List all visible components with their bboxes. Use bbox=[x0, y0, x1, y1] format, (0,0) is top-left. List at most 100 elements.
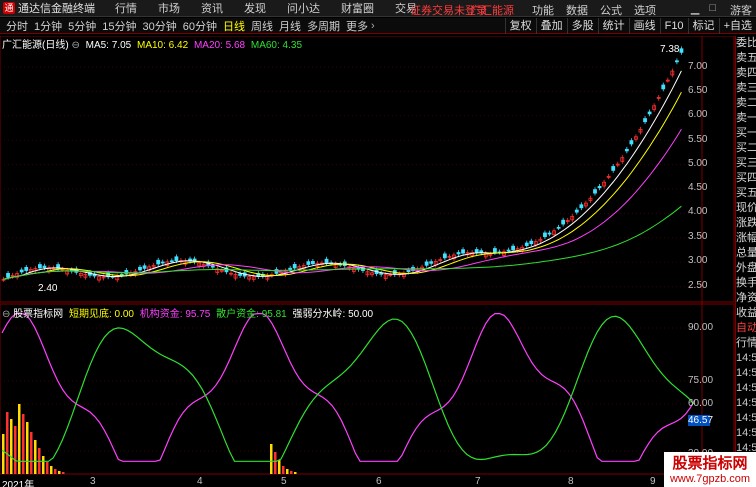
candle-body bbox=[593, 189, 597, 194]
menu-ask[interactable]: 问小达 bbox=[287, 0, 320, 16]
quote-field: 卖二 bbox=[736, 97, 756, 109]
candle-body bbox=[474, 249, 479, 253]
period-tab[interactable]: 多周期 bbox=[307, 18, 340, 34]
tool-watchlist-button[interactable]: +自选 bbox=[718, 18, 756, 34]
chart-canvas[interactable] bbox=[0, 36, 735, 487]
price-tick: 7.00 bbox=[688, 61, 708, 72]
candle-body bbox=[429, 261, 434, 264]
menu-function[interactable]: 功能 bbox=[532, 2, 554, 16]
menu-market[interactable]: 市场 bbox=[158, 0, 180, 16]
tool-overlay-button[interactable]: 叠加 bbox=[535, 18, 567, 34]
period-tab[interactable]: 30分钟 bbox=[143, 18, 177, 34]
minimize-icon[interactable]: ▁ bbox=[691, 2, 699, 15]
x-label: 5 bbox=[281, 476, 287, 487]
short-bottom-bar bbox=[274, 452, 277, 474]
broker-name[interactable]: 广汇能源 bbox=[470, 2, 514, 16]
short-bottom-bar bbox=[54, 469, 57, 474]
guest-label[interactable]: 游客 bbox=[730, 2, 752, 16]
price-tick: 2.50 bbox=[688, 280, 708, 291]
short-bottom-bar bbox=[18, 404, 21, 474]
menu-discover[interactable]: 发现 bbox=[244, 0, 266, 16]
quote-field: 委比 bbox=[736, 37, 756, 49]
price-tick: 6.50 bbox=[688, 85, 708, 96]
quote-field: 现价 bbox=[736, 202, 756, 214]
quote-field: 卖三 bbox=[736, 82, 756, 94]
short-bottom-bar bbox=[294, 472, 297, 474]
price-tick: 3.00 bbox=[688, 255, 708, 266]
period-tab[interactable]: 周线 bbox=[251, 18, 273, 34]
ma20-label: MA20: 5.68 bbox=[193, 40, 246, 51]
candle-body bbox=[624, 148, 629, 152]
tool-multi-button[interactable]: 多股 bbox=[566, 18, 598, 34]
period-tab[interactable]: 分时 bbox=[6, 18, 28, 34]
indicator-value-line: 强弱分水岭: 50.00 bbox=[292, 309, 374, 320]
maximize-icon[interactable]: □ bbox=[709, 2, 716, 15]
menu-formula[interactable]: 公式 bbox=[600, 2, 622, 16]
low-price-label: 2.40 bbox=[38, 283, 58, 294]
collapse-icon[interactable]: ⊖ bbox=[71, 40, 79, 51]
tool-draw-button[interactable]: 画线 bbox=[628, 18, 660, 34]
x-label: 4 bbox=[197, 476, 203, 487]
quote-field: 14:56 bbox=[736, 397, 756, 409]
indicator-tick: 90.00 bbox=[688, 322, 714, 333]
period-tab-daily[interactable]: 日线 bbox=[223, 18, 245, 34]
x-label: 7 bbox=[475, 476, 481, 487]
x-label: 2021年 bbox=[2, 480, 35, 487]
period-tab-more[interactable]: 更多 bbox=[346, 18, 368, 34]
indicator-value-inst: 机构资金: 95.75 bbox=[139, 309, 211, 320]
candle-body bbox=[42, 265, 47, 269]
candle-body bbox=[675, 60, 679, 63]
candle-body bbox=[324, 258, 329, 264]
x-label: 3 bbox=[90, 476, 96, 487]
candle-body bbox=[511, 245, 516, 251]
quote-field: 买五 bbox=[736, 187, 756, 199]
period-tab[interactable]: 60分钟 bbox=[183, 18, 217, 34]
tool-adjust-button[interactable]: 复权 bbox=[504, 18, 536, 34]
x-label: 9 bbox=[650, 476, 656, 487]
candle-body bbox=[611, 166, 616, 171]
candle-body bbox=[561, 219, 566, 225]
price-tick: 6.00 bbox=[688, 109, 708, 120]
candle-body bbox=[556, 226, 561, 229]
short-bottom-bar bbox=[30, 432, 33, 474]
menu-news[interactable]: 资讯 bbox=[201, 0, 223, 16]
quote-field: 涨幅 bbox=[736, 232, 756, 244]
candle-body bbox=[310, 261, 315, 265]
menu-quotes[interactable]: 行情 bbox=[115, 0, 137, 16]
short-bottom-bar bbox=[50, 466, 53, 474]
tool-stats-button[interactable]: 统计 bbox=[597, 18, 629, 34]
indicator-panel-frame bbox=[0, 303, 735, 475]
period-tab[interactable]: 5分钟 bbox=[68, 18, 96, 34]
short-bottom-bar bbox=[278, 460, 281, 474]
watermark-line2: www.7gpzb.com bbox=[669, 473, 751, 485]
quote-field: 买二 bbox=[736, 142, 756, 154]
indicator-current-value: 46.57 bbox=[688, 415, 714, 426]
period-tab[interactable]: 15分钟 bbox=[102, 18, 136, 34]
candle-body bbox=[543, 232, 547, 238]
high-price-label: 7.38 bbox=[660, 44, 680, 55]
short-bottom-bar bbox=[34, 440, 37, 474]
menu-data[interactable]: 数据 bbox=[566, 2, 588, 16]
chevron-right-icon[interactable]: › bbox=[371, 20, 375, 32]
menu-options[interactable]: 选项 bbox=[634, 2, 656, 16]
period-tab[interactable]: 1分钟 bbox=[34, 18, 62, 34]
short-bottom-bar bbox=[10, 419, 13, 474]
candle-body bbox=[379, 272, 384, 275]
short-bottom-bar bbox=[2, 434, 5, 474]
indicator-lines bbox=[1, 313, 696, 462]
menu-wealth[interactable]: 财富圈 bbox=[341, 0, 374, 16]
short-bottom-bar bbox=[26, 422, 29, 474]
candle-body bbox=[574, 209, 579, 213]
period-tab[interactable]: 月线 bbox=[279, 18, 301, 34]
ma10-label: MA10: 6.42 bbox=[137, 40, 189, 51]
candle-body bbox=[547, 232, 552, 235]
tool-mark-button[interactable]: 标记 bbox=[687, 18, 719, 34]
x-label: 8 bbox=[568, 476, 574, 487]
quote-field: 14:56 bbox=[736, 427, 756, 439]
price-tick: 5.50 bbox=[688, 134, 708, 145]
candle-body bbox=[292, 263, 297, 269]
collapse-icon[interactable]: ⊖ bbox=[2, 309, 10, 320]
tool-f10-button[interactable]: F10 bbox=[659, 18, 688, 34]
quote-field: 总量 bbox=[736, 247, 756, 259]
short-bottom-bar bbox=[46, 462, 49, 474]
